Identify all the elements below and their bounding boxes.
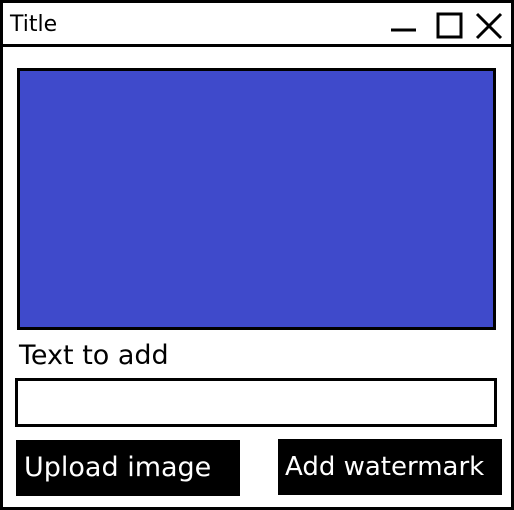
maximize-button[interactable] <box>436 12 464 40</box>
close-icon <box>475 12 503 40</box>
text-to-add-label: Text to add <box>19 340 169 371</box>
minimize-button[interactable] <box>389 12 417 40</box>
image-preview <box>17 68 496 330</box>
add-watermark-button[interactable]: Add watermark <box>278 439 502 495</box>
title-bar: Title <box>3 3 511 47</box>
upload-image-button[interactable]: Upload image <box>16 440 240 496</box>
minimize-icon <box>391 28 416 32</box>
close-button[interactable] <box>475 12 503 40</box>
watermark-text-input[interactable] <box>15 378 497 427</box>
app-window: Title Text to add Upload image Add water… <box>0 0 514 510</box>
maximize-icon <box>436 12 463 39</box>
window-title: Title <box>10 12 58 37</box>
